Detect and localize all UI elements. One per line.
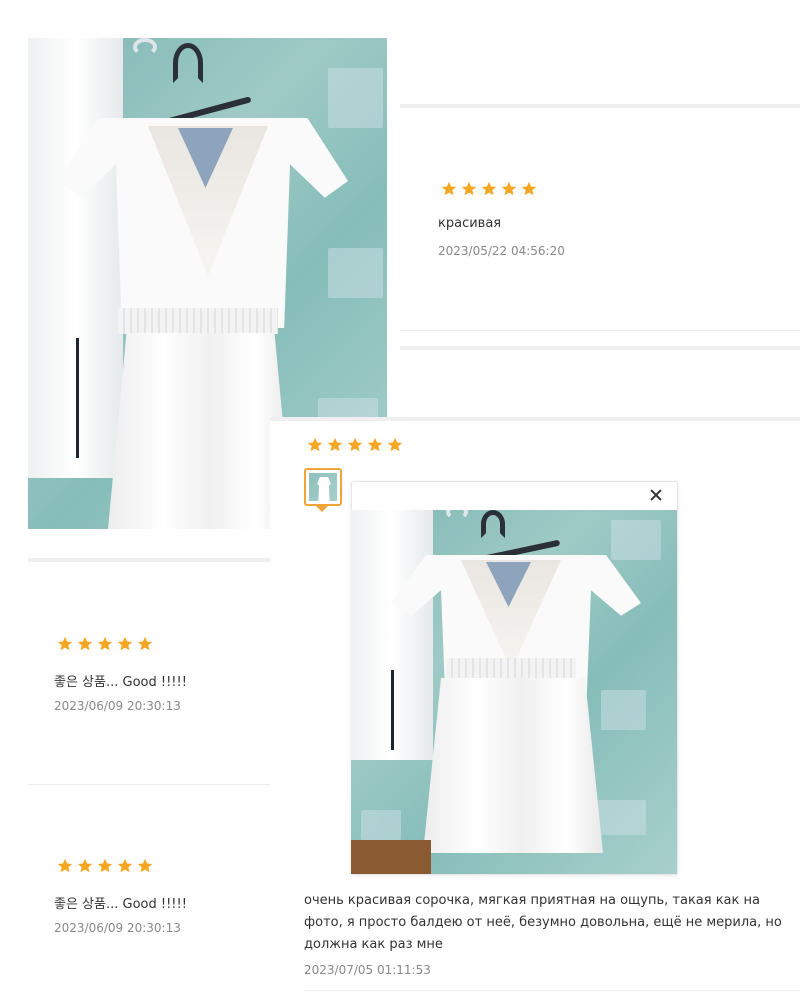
review-photo-thumbnail[interactable]	[304, 468, 342, 506]
rating-stars	[56, 857, 154, 875]
star-icon	[346, 436, 364, 454]
star-icon	[116, 635, 134, 653]
star-icon	[326, 436, 344, 454]
hanger-hook	[173, 43, 203, 83]
thumbnail-selected-caret	[316, 506, 328, 512]
star-icon	[520, 180, 538, 198]
star-icon	[500, 180, 518, 198]
wall-tile	[328, 248, 383, 298]
thumbnail-image	[309, 473, 337, 501]
elastic-waist	[446, 658, 576, 680]
star-icon	[76, 635, 94, 653]
wall-tile	[361, 810, 401, 840]
review-text: 좋은 상품... Good !!!!!	[54, 897, 187, 912]
rating-stars	[440, 180, 538, 198]
review-date: 2023/06/09 20:30:13	[54, 699, 181, 713]
dress-skirt	[108, 333, 293, 529]
review-text: 좋은 상품... Good !!!!!	[54, 675, 187, 690]
star-icon	[96, 635, 114, 653]
wooden-floor	[351, 840, 431, 874]
star-icon	[460, 180, 478, 198]
dress-skirt	[423, 678, 603, 853]
star-icon	[56, 635, 74, 653]
thumbnail-dress	[317, 477, 331, 501]
star-icon	[366, 436, 384, 454]
review-text: красивая	[438, 216, 502, 231]
close-icon[interactable]	[646, 485, 666, 505]
section-divider	[400, 346, 800, 350]
star-icon	[440, 180, 458, 198]
section-divider	[400, 330, 800, 331]
wall-hook	[133, 38, 157, 56]
rating-stars	[306, 436, 404, 454]
star-icon	[306, 436, 324, 454]
shirt-trim	[76, 338, 79, 458]
section-divider	[28, 558, 270, 562]
star-icon	[116, 857, 134, 875]
shirt-trim	[391, 670, 394, 750]
elastic-waist	[118, 308, 278, 334]
star-icon	[386, 436, 404, 454]
rating-stars	[56, 635, 154, 653]
review-date: 2023/06/09 20:30:13	[54, 921, 181, 935]
hanger-hook	[481, 510, 505, 538]
star-icon	[136, 857, 154, 875]
star-icon	[136, 635, 154, 653]
review-date: 2023/05/22 04:56:20	[438, 244, 565, 258]
wall-tile	[601, 690, 646, 730]
star-icon	[96, 857, 114, 875]
wall-tile	[328, 68, 383, 128]
wall-hook	[446, 510, 468, 520]
section-divider	[28, 784, 270, 785]
review-photo-expanded[interactable]	[351, 510, 677, 874]
wall-tile	[611, 520, 661, 560]
star-icon	[56, 857, 74, 875]
section-divider	[304, 990, 800, 991]
review-date: 2023/07/05 01:11:53	[304, 963, 431, 977]
section-divider	[400, 104, 800, 108]
star-icon	[76, 857, 94, 875]
review-text: очень красивая сорочка, мягкая приятная …	[304, 893, 782, 952]
star-icon	[480, 180, 498, 198]
wall-tile	[596, 800, 646, 835]
